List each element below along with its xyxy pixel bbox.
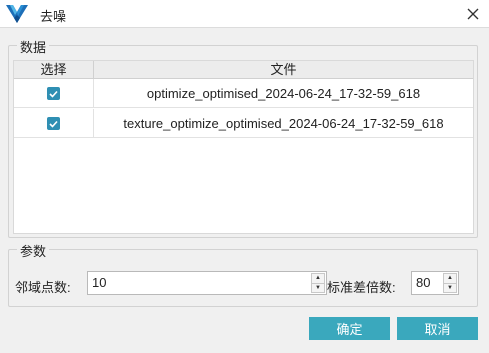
row-checkbox[interactable] — [47, 87, 60, 100]
row-checkbox[interactable] — [47, 117, 60, 130]
params-group-title: 参数 — [17, 241, 50, 260]
app-logo-icon — [5, 3, 29, 25]
file-table: 选择 文件 optimize_optimised_2024-06-24_17-3… — [13, 60, 474, 234]
neighborhood-points-label: 邻域点数: — [15, 280, 71, 295]
table-header: 选择 文件 — [14, 61, 473, 79]
spin-buttons: ▲ ▼ — [443, 273, 457, 293]
neighborhood-points-spinbox[interactable]: ▲ ▼ — [87, 271, 327, 295]
select-cell — [14, 79, 94, 108]
checkmark-icon — [49, 120, 58, 128]
checkmark-icon — [49, 90, 58, 98]
dialog-content: 数据 选择 文件 optimize_optimised_2024-06-24_1… — [0, 28, 489, 353]
std-multiplier-input[interactable] — [416, 272, 442, 294]
file-name-cell: texture_optimize_optimised_2024-06-24_17… — [123, 116, 444, 131]
close-button[interactable] — [463, 4, 483, 24]
data-group-title: 数据 — [17, 37, 50, 56]
data-group: 数据 选择 文件 optimize_optimised_2024-06-24_1… — [8, 37, 478, 238]
table-row[interactable]: optimize_optimised_2024-06-24_17-32-59_6… — [14, 79, 473, 108]
spin-buttons: ▲ ▼ — [311, 273, 325, 293]
neighborhood-points-input[interactable] — [92, 272, 292, 294]
table-row[interactable]: texture_optimize_optimised_2024-06-24_17… — [14, 109, 473, 138]
spin-down-button[interactable]: ▼ — [311, 283, 325, 293]
column-header-select: 选择 — [14, 61, 94, 79]
close-icon — [467, 8, 479, 20]
column-header-file: 文件 — [270, 62, 297, 77]
spin-up-button[interactable]: ▲ — [443, 273, 457, 284]
ok-button[interactable]: 确定 — [309, 317, 390, 340]
cancel-button[interactable]: 取消 — [397, 317, 478, 340]
std-multiplier-spinbox[interactable]: ▲ ▼ — [411, 271, 459, 295]
std-multiplier-label: 标准差倍数: — [327, 280, 396, 295]
window-title: 去噪 — [40, 9, 67, 24]
spin-down-button[interactable]: ▼ — [443, 283, 457, 293]
file-name-cell: optimize_optimised_2024-06-24_17-32-59_6… — [146, 86, 421, 101]
params-group: 参数 邻域点数: ▲ ▼ 标准差倍数: ▲ ▼ — [8, 241, 478, 307]
title-bar: 去噪 — [0, 0, 489, 28]
spin-up-button[interactable]: ▲ — [311, 273, 325, 284]
select-cell — [14, 109, 94, 138]
